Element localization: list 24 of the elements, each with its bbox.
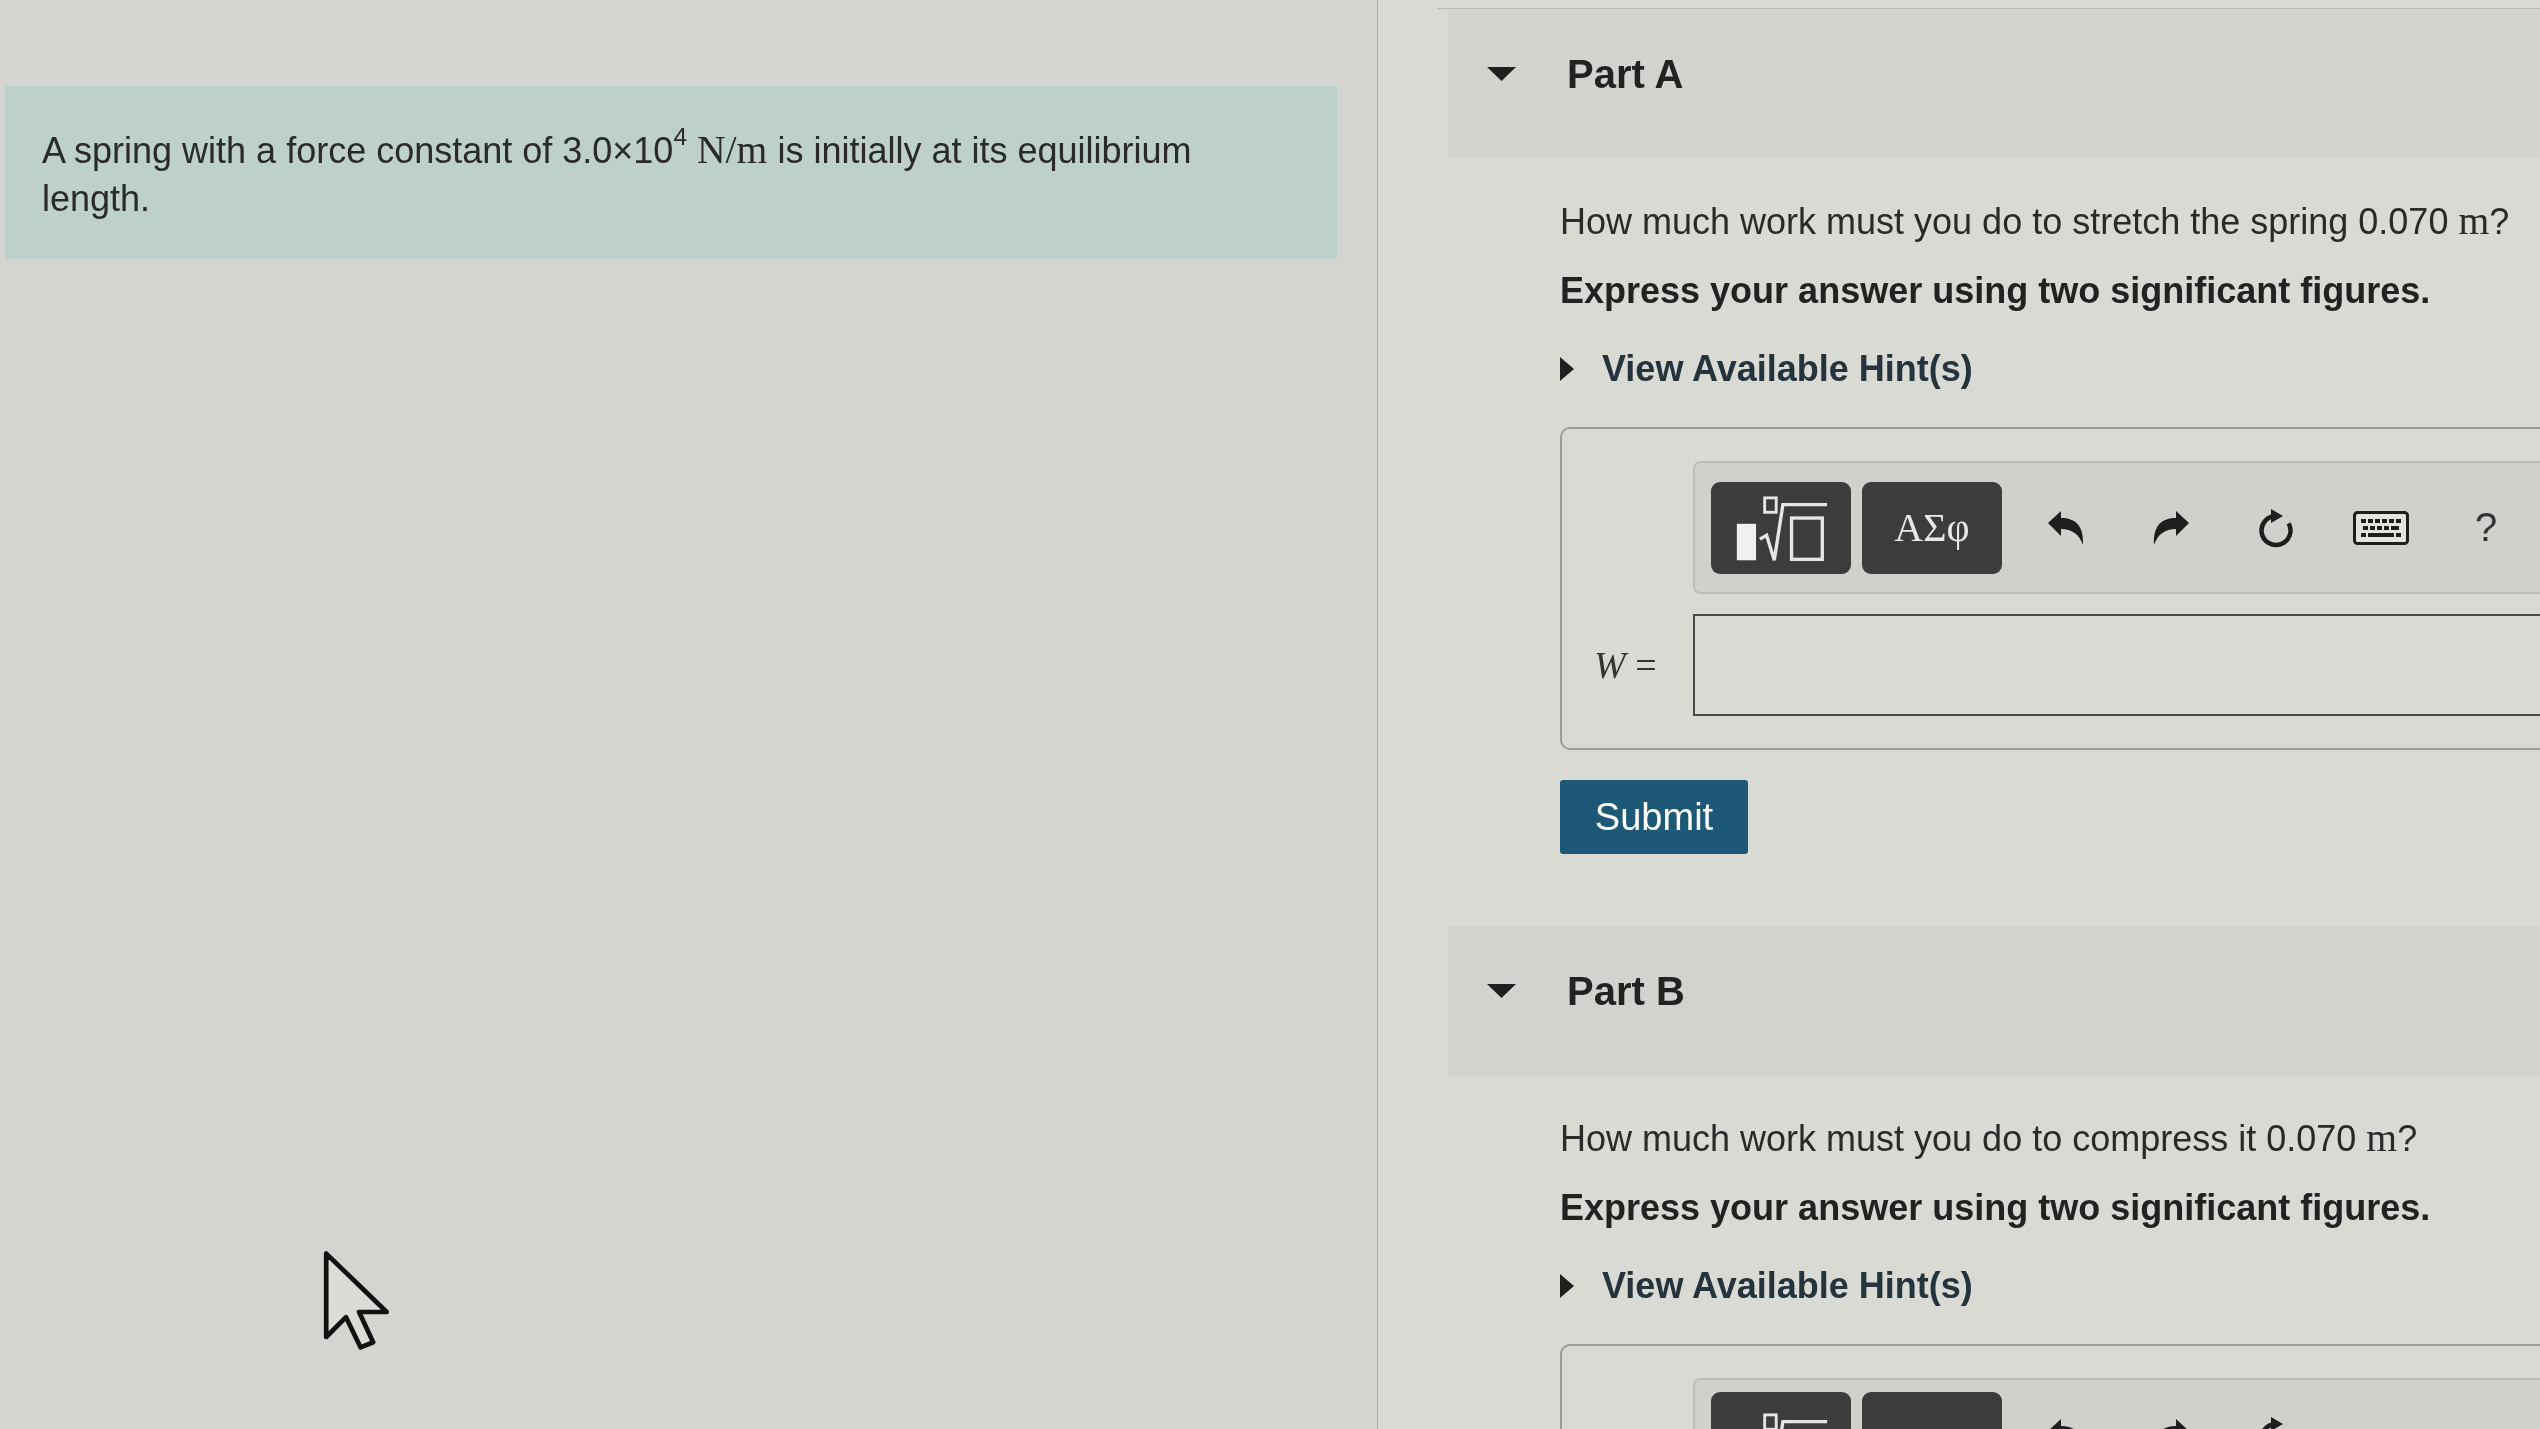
caret-right-icon[interactable] <box>1560 357 1574 381</box>
template-button[interactable] <box>1711 481 1851 574</box>
part-header[interactable]: Part A <box>1448 9 2540 159</box>
problem-text: A spring with a force constant of 3.0×10$^{4}$ N/m is initially at its equilibrium length. <box>42 126 1193 221</box>
caret-down-icon[interactable] <box>1487 67 1516 81</box>
part-header[interactable]: Part B <box>1448 926 2540 1076</box>
keyboard-icon <box>2353 510 2409 545</box>
reset-icon <box>2256 507 2296 548</box>
help-button[interactable]: ? <box>2456 501 2516 554</box>
part-title: Part A <box>1567 51 1684 98</box>
symbols-button[interactable]: ΑΣφ <box>1862 481 2002 574</box>
caret-down-icon[interactable] <box>1487 984 1516 998</box>
submit-button[interactable]: Submit <box>1560 780 1748 854</box>
instruction-text: Express your answer using two significant figures. <box>1560 269 2431 313</box>
instruction-text: Express your answer using two significant figures. <box>1560 1186 2431 1230</box>
view-hints-link[interactable]: View Available Hint(s) <box>1560 1264 1973 1308</box>
answer-label: W = <box>1594 644 1657 686</box>
caret-right-icon[interactable] <box>1560 1274 1574 1298</box>
question-text: How much work must you do to stretch the spring 0.070 m? <box>1560 199 2510 244</box>
answer-field[interactable] <box>1693 614 2540 716</box>
view-hints-link[interactable]: View Available Hint(s) <box>1560 347 1973 391</box>
part-title: Part B <box>1567 968 1685 1015</box>
template-button[interactable] <box>1711 1392 1851 1429</box>
question-text: How much work must you do to compress it 0.070 m? <box>1560 1116 2418 1161</box>
